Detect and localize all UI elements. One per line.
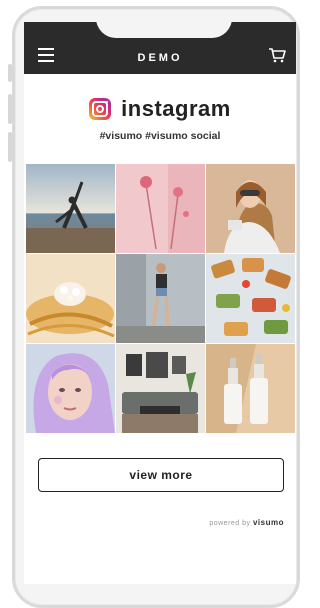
photo-woman-sunglasses[interactable] xyxy=(206,164,295,253)
photo-woman-street-wall[interactable] xyxy=(116,254,205,343)
view-more-button[interactable]: view more xyxy=(38,458,284,492)
header-title: DEMO xyxy=(137,52,183,64)
powered-by-visumo[interactable]: powered by visumo xyxy=(209,518,284,527)
powered-brand: visumo xyxy=(252,518,284,527)
photo-cosmetic-bottles[interactable] xyxy=(206,344,295,433)
instagram-logo-icon xyxy=(89,98,112,120)
photo-purple-hair-portrait[interactable] xyxy=(26,344,115,433)
photo-pink-flowers[interactable] xyxy=(116,164,205,253)
photo-grid xyxy=(26,164,296,434)
photo-gold-jewelry[interactable] xyxy=(26,254,115,343)
phone-side-button xyxy=(8,64,12,82)
photo-toast-snacks[interactable] xyxy=(206,254,295,343)
hashtags: #visumo #visumo social xyxy=(99,130,221,142)
photo-yoga-pose-beach[interactable] xyxy=(26,164,115,253)
powered-prefix: powered by xyxy=(209,520,253,527)
phone-volume-up-button xyxy=(8,94,12,124)
instagram-brand: instagram xyxy=(24,96,296,122)
photo-living-room-interior[interactable] xyxy=(116,344,205,433)
app-header: DEMO xyxy=(24,22,296,74)
brand-name: instagram xyxy=(121,96,231,121)
shopping-cart-icon[interactable] xyxy=(268,47,286,63)
phone-notch xyxy=(96,22,232,38)
phone-volume-down-button xyxy=(8,132,12,162)
phone-screen: DEMO instagram #visumo #visumo social vi… xyxy=(24,22,296,584)
